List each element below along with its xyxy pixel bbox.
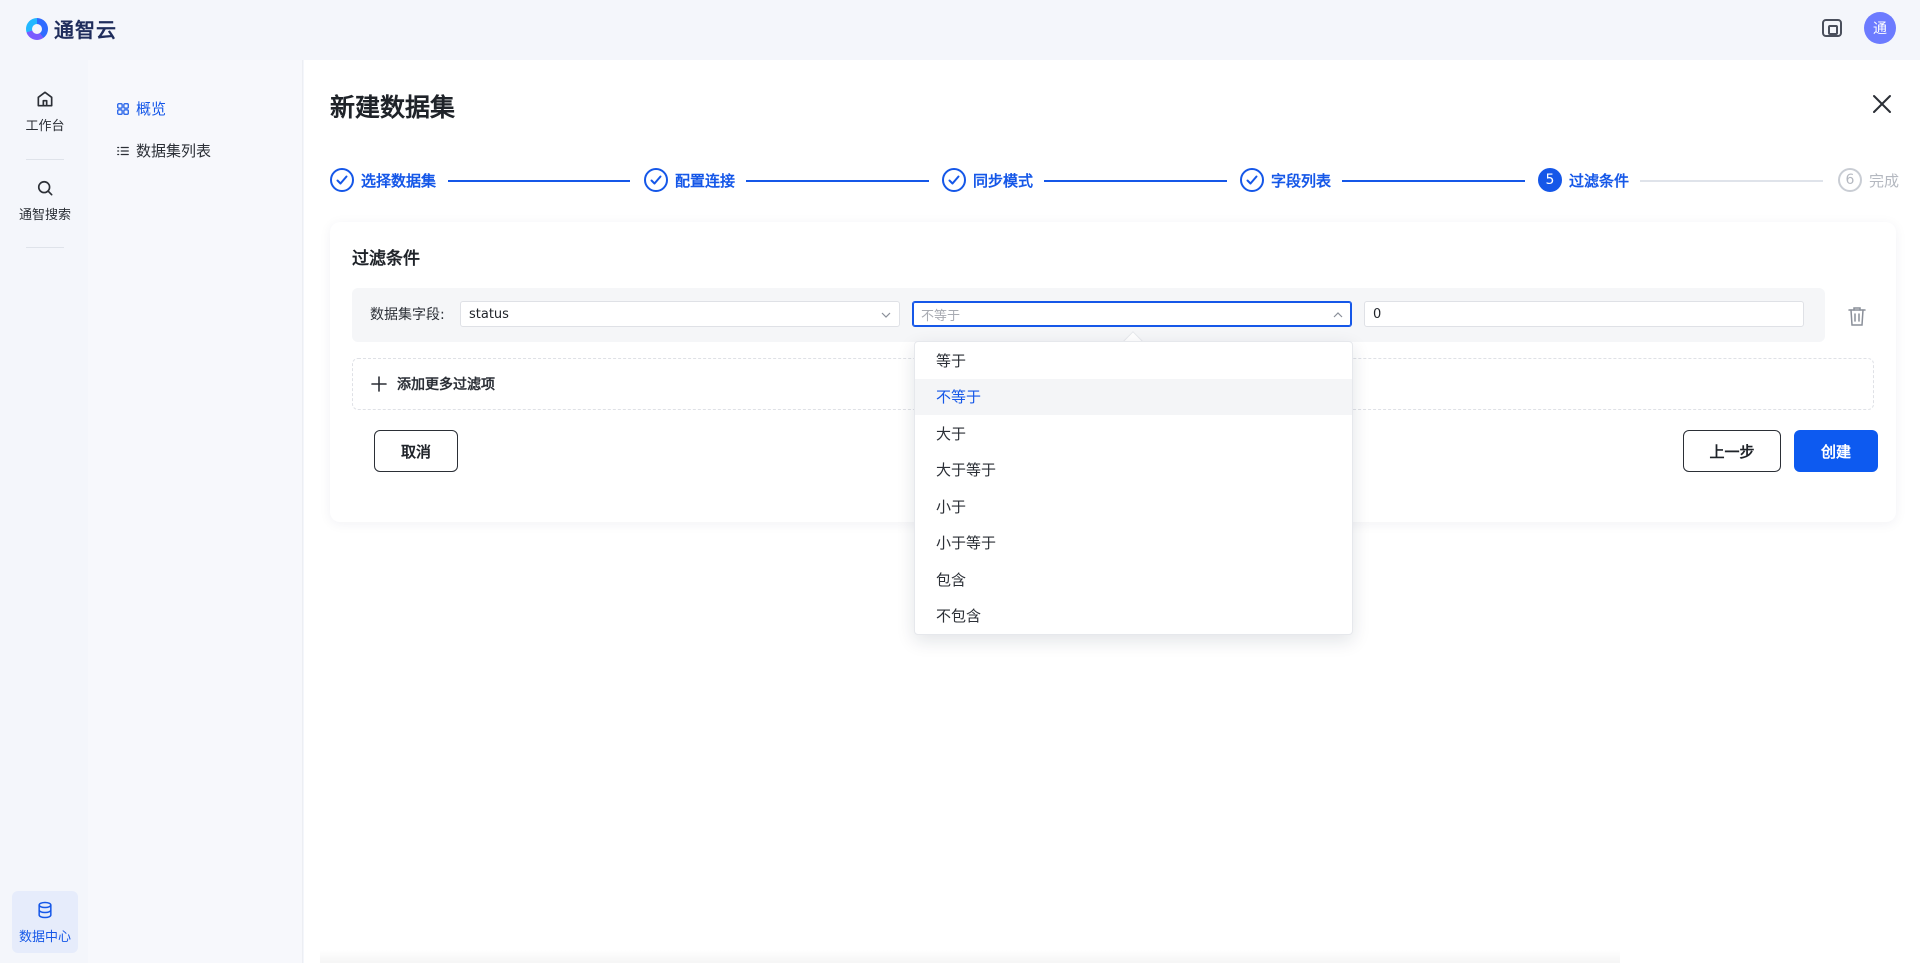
step-number: 6: [1838, 168, 1862, 192]
check-icon: [330, 168, 354, 192]
step-connector: [448, 180, 630, 182]
database-icon: [38, 901, 52, 918]
list-icon: [117, 146, 129, 155]
create-button[interactable]: 创建: [1794, 430, 1878, 472]
steps-bar: 选择数据集 配置连接 同步模式 字段列表 5 过滤条件 6 完成: [330, 168, 1904, 194]
chevron-down-icon: [881, 312, 891, 318]
rail-divider: [26, 159, 64, 160]
rail-divider: [26, 247, 64, 248]
check-icon: [644, 168, 668, 192]
rail-item-label: 通智搜索: [18, 207, 71, 223]
dropdown-option[interactable]: 大于等于: [915, 452, 1352, 489]
step-connector: [1044, 180, 1227, 182]
step-label: 同步模式: [973, 171, 1034, 190]
operator-select[interactable]: 不等于: [912, 301, 1352, 327]
step-connector: [1342, 180, 1525, 182]
step-sync-mode[interactable]: 同步模式: [942, 168, 1033, 192]
logo-mark-icon: [26, 17, 48, 40]
subnav-item-label: 数据集列表: [136, 142, 212, 160]
cancel-button[interactable]: 取消: [374, 430, 458, 472]
step-connector: [1640, 180, 1823, 182]
app-name: 通智云: [54, 18, 117, 42]
subnav-item-label: 概览: [136, 100, 167, 118]
rail-item-data-center[interactable]: 数据中心: [12, 891, 78, 953]
trash-icon[interactable]: [1848, 306, 1866, 326]
step-select-dataset[interactable]: 选择数据集: [330, 168, 436, 192]
field-label: 数据集字段:: [370, 307, 445, 323]
step-connector: [746, 180, 929, 182]
plus-icon: [371, 376, 387, 392]
check-icon: [1240, 168, 1264, 192]
step-label: 过滤条件: [1569, 171, 1630, 190]
step-label: 完成: [1869, 171, 1900, 190]
operator-select-placeholder: 不等于: [921, 308, 961, 324]
add-filter-label: 添加更多过滤项: [397, 377, 495, 393]
step-configure-connection[interactable]: 配置连接: [644, 168, 735, 192]
rail-item-label: 工作台: [25, 118, 65, 134]
value-input[interactable]: 0: [1364, 301, 1804, 327]
rail-item-search[interactable]: 通智搜索: [12, 169, 78, 231]
step-field-list[interactable]: 字段列表: [1240, 168, 1331, 192]
step-label: 配置连接: [675, 171, 736, 190]
wallet-icon[interactable]: [1822, 19, 1842, 37]
grid-icon: [117, 102, 129, 115]
app-logo[interactable]: 通智云: [26, 14, 117, 43]
section-title: 过滤条件: [352, 249, 420, 269]
prev-step-button[interactable]: 上一步: [1683, 430, 1781, 472]
dropdown-option[interactable]: 不包含: [915, 598, 1352, 635]
dropdown-option[interactable]: 小于等于: [915, 525, 1352, 562]
dropdown-option-selected[interactable]: 不等于: [915, 378, 1352, 415]
step-complete[interactable]: 6 完成: [1838, 168, 1899, 192]
subnav-item-dataset-list[interactable]: 数据集列表: [116, 140, 211, 161]
search-icon: [37, 180, 53, 195]
secondary-nav: 概览 数据集列表: [88, 60, 303, 963]
step-label: 选择数据集: [361, 171, 437, 190]
bottom-shadow: [320, 950, 1620, 963]
chevron-up-icon: [1333, 312, 1343, 318]
step-number: 5: [1538, 168, 1562, 192]
rail-item-workbench[interactable]: 工作台: [12, 80, 78, 142]
top-bar: 通智云 通: [0, 0, 1920, 60]
subnav-item-overview[interactable]: 概览: [116, 98, 166, 119]
check-icon: [942, 168, 966, 192]
value-input-text: 0: [1373, 306, 1382, 322]
field-select[interactable]: status: [460, 301, 900, 327]
home-icon: [37, 91, 53, 106]
dropdown-option[interactable]: 大于: [915, 415, 1352, 452]
operator-dropdown: 等于 不等于 大于 大于等于 小于 小于等于 包含 不包含: [914, 341, 1353, 635]
dropdown-option[interactable]: 包含: [915, 561, 1352, 598]
left-rail: 工作台 通智搜索 数据中心: [0, 60, 88, 963]
avatar[interactable]: 通: [1864, 12, 1896, 44]
close-icon[interactable]: [1870, 92, 1894, 116]
step-filter-conditions[interactable]: 5 过滤条件: [1538, 168, 1629, 192]
rail-item-label: 数据中心: [18, 929, 71, 945]
filter-row: 数据集字段: status 不等于 0: [352, 288, 1825, 342]
dropdown-option[interactable]: 小于: [915, 488, 1352, 525]
dropdown-option[interactable]: 等于: [915, 342, 1352, 379]
step-label: 字段列表: [1271, 171, 1332, 190]
field-select-value: status: [469, 306, 509, 322]
page-title: 新建数据集: [330, 93, 456, 122]
